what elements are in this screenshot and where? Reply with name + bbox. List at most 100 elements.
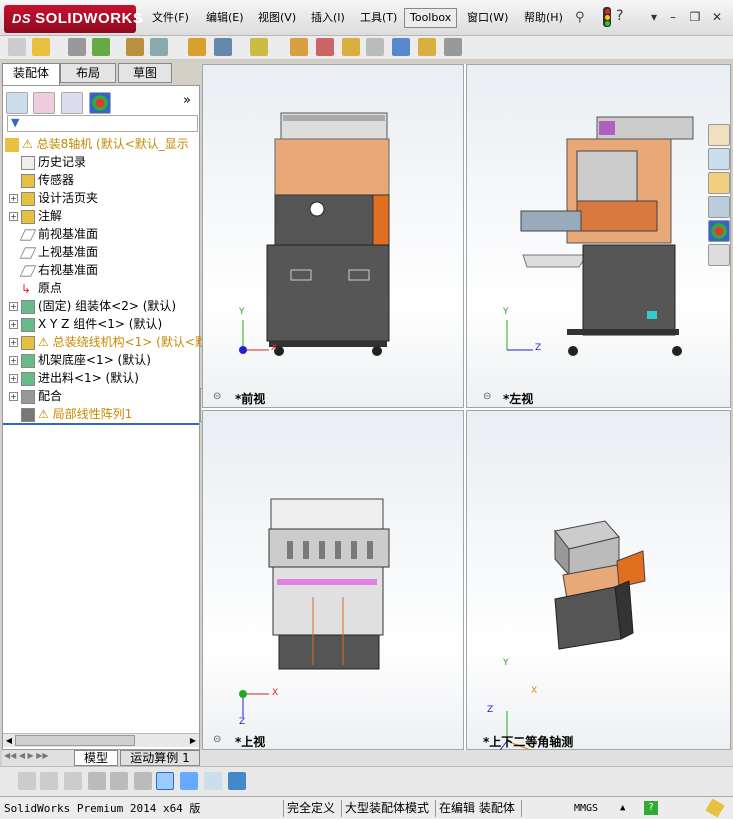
menu-view[interactable]: 视图(V) bbox=[256, 9, 298, 27]
close-icon[interactable]: ✕ bbox=[710, 10, 724, 24]
help-search-icon[interactable]: ? bbox=[616, 8, 623, 24]
viewport-isometric[interactable]: Y X Z *上下二等角轴测 bbox=[466, 410, 731, 751]
viewport-left[interactable]: Y Z ⊝ *左视 bbox=[466, 64, 731, 408]
tree-item[interactable]: 历史记录 bbox=[9, 153, 86, 171]
tree-item[interactable]: + 机架底座<1> (默认) bbox=[9, 351, 151, 369]
tb-icon-9[interactable] bbox=[204, 772, 222, 790]
tab-assembly[interactable]: 装配体 bbox=[2, 63, 60, 85]
title-bar: DS SOLIDWORKS 文件(F) 编辑(E) 视图(V) 插入(I) 工具(… bbox=[0, 0, 733, 36]
tree-item[interactable]: 前视基准面 bbox=[9, 225, 98, 243]
tab-model[interactable]: 模型 bbox=[74, 750, 118, 766]
menu-tools[interactable]: 工具(T) bbox=[358, 9, 399, 27]
feature-manager-icon[interactable] bbox=[6, 92, 28, 114]
tree-item[interactable]: + 进出料<1> (默认) bbox=[9, 369, 139, 387]
tree-item[interactable]: + 注解 bbox=[9, 207, 62, 225]
expand-icon[interactable]: + bbox=[9, 212, 18, 221]
pushpin-icon[interactable]: ⚲ bbox=[575, 10, 591, 26]
custom-properties-icon[interactable] bbox=[708, 244, 730, 266]
viewport-top[interactable]: X Z ⊝ *上视 bbox=[202, 410, 464, 750]
tree-item[interactable]: ↳ 原点 bbox=[9, 279, 62, 297]
tb-icon-8[interactable] bbox=[180, 772, 198, 790]
menu-edit[interactable]: 编辑(E) bbox=[204, 9, 246, 27]
tree-root-label: 总装8轴机 (默认<默认_显示 bbox=[36, 137, 189, 151]
status-units[interactable]: MMGS bbox=[574, 800, 598, 817]
tab-sketch[interactable]: 草图 bbox=[118, 63, 172, 83]
tab-scroll-arrows[interactable]: ◀◀ ◀ ▶ ▶▶ bbox=[4, 751, 72, 765]
view-palette-icon[interactable] bbox=[708, 196, 730, 218]
display-manager-icon[interactable] bbox=[89, 92, 111, 114]
tree-root[interactable]: ⚠ 总装8轴机 (默认<默认_显示 bbox=[5, 135, 189, 153]
minimize-icon[interactable]: – bbox=[666, 10, 680, 24]
tree-item[interactable]: + 配合 bbox=[9, 387, 62, 405]
menu-window[interactable]: 窗口(W) bbox=[465, 9, 510, 27]
viewport-link-icon[interactable]: ⊝ bbox=[213, 734, 221, 745]
assembly-features-icon[interactable] bbox=[214, 38, 232, 56]
expand-icon[interactable]: + bbox=[9, 392, 18, 401]
tree-item[interactable]: 上视基准面 bbox=[9, 243, 98, 261]
update-speedpak-icon[interactable] bbox=[418, 38, 436, 56]
tb-icon-4[interactable] bbox=[88, 772, 106, 790]
tree-item[interactable]: 传感器 bbox=[9, 171, 74, 189]
traffic-light-icon[interactable] bbox=[603, 7, 611, 27]
rollback-bar[interactable] bbox=[3, 423, 199, 425]
tab-layout[interactable]: 布局 bbox=[60, 63, 116, 83]
instant3d-icon[interactable] bbox=[392, 38, 410, 56]
expand-icon[interactable]: + bbox=[9, 374, 18, 383]
pattern-icon[interactable] bbox=[92, 38, 110, 56]
tree-filter-input[interactable]: ▼ bbox=[7, 115, 198, 132]
chevron-right-icon[interactable]: » bbox=[183, 93, 191, 108]
horizontal-scrollbar[interactable]: ◀ ▶ bbox=[3, 733, 199, 747]
tree-item[interactable]: 右视基准面 bbox=[9, 261, 98, 279]
tb-icon-6[interactable] bbox=[134, 772, 152, 790]
smart-fasteners-icon[interactable] bbox=[126, 38, 144, 56]
tb-icon-2[interactable] bbox=[40, 772, 58, 790]
appearances-icon[interactable] bbox=[708, 220, 730, 242]
exploded-view-icon[interactable] bbox=[342, 38, 360, 56]
new-component-icon[interactable] bbox=[8, 38, 26, 56]
chevron-down-icon[interactable]: ▾ bbox=[647, 10, 661, 24]
tb-icon-1[interactable] bbox=[18, 772, 36, 790]
tree-item[interactable]: + ⚠ 总装绕线机构<1> (默认<默认 bbox=[9, 333, 219, 351]
show-hidden-icon[interactable] bbox=[188, 38, 206, 56]
viewport-link-icon[interactable]: ⊝ bbox=[213, 391, 221, 402]
tb-icon-5[interactable] bbox=[110, 772, 128, 790]
viewport-link-icon[interactable]: ⊝ bbox=[483, 391, 491, 402]
tree-item[interactable]: + X Y Z 组件<1> (默认) bbox=[9, 315, 162, 333]
home-icon[interactable] bbox=[708, 124, 730, 146]
menu-insert[interactable]: 插入(I) bbox=[309, 9, 347, 27]
menu-toolbox[interactable]: Toolbox bbox=[404, 8, 458, 28]
tb-icon-7[interactable] bbox=[156, 772, 174, 790]
expand-icon[interactable]: + bbox=[9, 320, 18, 329]
expand-icon[interactable]: + bbox=[9, 356, 18, 365]
configuration-manager-icon[interactable] bbox=[61, 92, 83, 114]
design-library-icon[interactable] bbox=[708, 148, 730, 170]
tab-motion-study[interactable]: 运动算例 1 bbox=[120, 750, 200, 766]
viewport-front[interactable]: Y X ⊝ *前视 bbox=[202, 64, 464, 408]
tree-item[interactable]: + (固定) 组装体<2> (默认) bbox=[9, 297, 176, 315]
mate-icon[interactable] bbox=[68, 38, 86, 56]
take-snapshot-icon[interactable] bbox=[444, 38, 462, 56]
insert-component-icon[interactable] bbox=[32, 38, 50, 56]
graphics-area[interactable]: ▯▯ ▯▯ _ ❐ ✕ Y X ⊝ *前视 bbox=[202, 64, 731, 751]
new-motion-study-icon[interactable] bbox=[290, 38, 308, 56]
expand-icon[interactable]: + bbox=[9, 338, 18, 347]
tb-icon-10[interactable] bbox=[228, 772, 246, 790]
expand-icon[interactable]: + bbox=[9, 302, 18, 311]
help-icon[interactable]: ? bbox=[644, 801, 658, 815]
move-component-icon[interactable] bbox=[150, 38, 168, 56]
tree-item[interactable]: ⚠ 局部线性阵列1 bbox=[9, 405, 132, 423]
tree-item[interactable]: + 设计活页夹 bbox=[9, 189, 98, 207]
explode-line-icon[interactable] bbox=[366, 38, 384, 56]
restore-icon[interactable]: ❐ bbox=[688, 10, 702, 24]
menu-file[interactable]: 文件(F) bbox=[150, 9, 191, 27]
tb-icon-3[interactable] bbox=[64, 772, 82, 790]
menu-help[interactable]: 帮助(H) bbox=[522, 9, 565, 27]
solidworks-logo[interactable]: DS SOLIDWORKS bbox=[4, 5, 143, 33]
tag-icon[interactable] bbox=[705, 798, 725, 818]
reference-geometry-icon[interactable] bbox=[250, 38, 268, 56]
property-manager-icon[interactable] bbox=[33, 92, 55, 114]
file-explorer-icon[interactable] bbox=[708, 172, 730, 194]
expand-icon[interactable]: + bbox=[9, 194, 18, 203]
bill-of-materials-icon[interactable] bbox=[316, 38, 334, 56]
units-dropdown-icon[interactable]: ▲ bbox=[620, 800, 625, 817]
